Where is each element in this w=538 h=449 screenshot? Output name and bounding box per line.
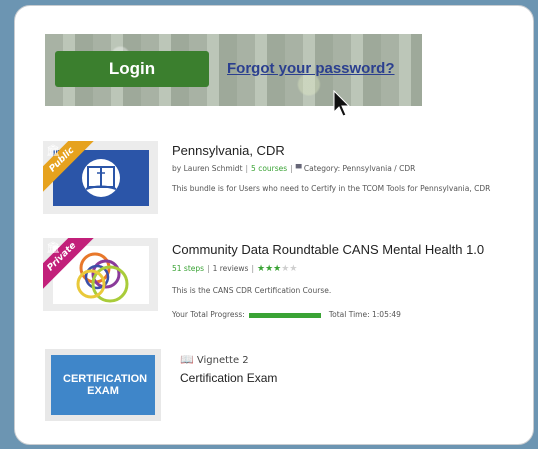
star-filled-icon: ★	[257, 264, 266, 274]
reviews-text: 1 reviews	[212, 264, 249, 273]
exam-thumbnail[interactable]: CERTIFICATION EXAM	[45, 349, 161, 421]
mouse-cursor-icon	[333, 90, 351, 117]
course-meta: by Lauren Schmidt | 5 courses | ▀ Category: …	[172, 164, 416, 173]
login-button[interactable]: Login	[55, 51, 209, 87]
exam-title[interactable]: Certification Exam	[180, 371, 277, 385]
forgot-password-link[interactable]: Forgot your password?	[227, 60, 395, 77]
rating-stars: ★★★★★	[257, 264, 298, 274]
vignette-label: Vignette 2	[196, 355, 249, 366]
progress-label: Your Total Progress:	[172, 310, 245, 319]
star-filled-icon: ★	[265, 264, 274, 274]
course-thumbnail[interactable]: Public 🏛	[43, 141, 158, 214]
course-meta: 51 steps | 1 reviews | ★★★★★	[172, 264, 298, 274]
exam-thumb-text: CERTIFICATION EXAM	[63, 373, 148, 397]
courses-count-link[interactable]: 5 courses	[251, 164, 287, 173]
content-card: Login Forgot your password? Public 🏛 Pen…	[14, 5, 534, 445]
total-time: Total Time: 1:05:49	[328, 310, 401, 319]
progress-row: Your Total Progress: Total Time: 1:05:49	[172, 310, 401, 319]
institution-icon: 🏛	[46, 144, 60, 157]
course-description: This is the CANS CDR Certification Cours…	[172, 286, 332, 295]
login-banner: Login Forgot your password?	[45, 34, 422, 106]
course-thumbnail[interactable]: Private 🏛	[43, 238, 158, 311]
course-description: This bundle is for Users who need to Cer…	[172, 184, 491, 193]
exam-image: CERTIFICATION EXAM	[51, 355, 155, 415]
category-icon: ▀	[295, 164, 302, 173]
vignette-label-row: 📖 Vignette 2	[180, 353, 249, 366]
progress-bar	[248, 312, 321, 318]
steps-link[interactable]: 51 steps	[172, 264, 204, 273]
institution-icon: 🏛	[46, 241, 60, 254]
category-text: Category: Pennsylvania / CDR	[303, 164, 416, 173]
course-title[interactable]: Community Data Roundtable CANS Mental He…	[172, 242, 484, 257]
course-title[interactable]: Pennsylvania, CDR	[172, 143, 285, 158]
author-text: by Lauren Schmidt	[172, 164, 243, 173]
star-empty-icon: ★	[289, 264, 298, 274]
vignette-icon: 📖	[180, 353, 194, 366]
